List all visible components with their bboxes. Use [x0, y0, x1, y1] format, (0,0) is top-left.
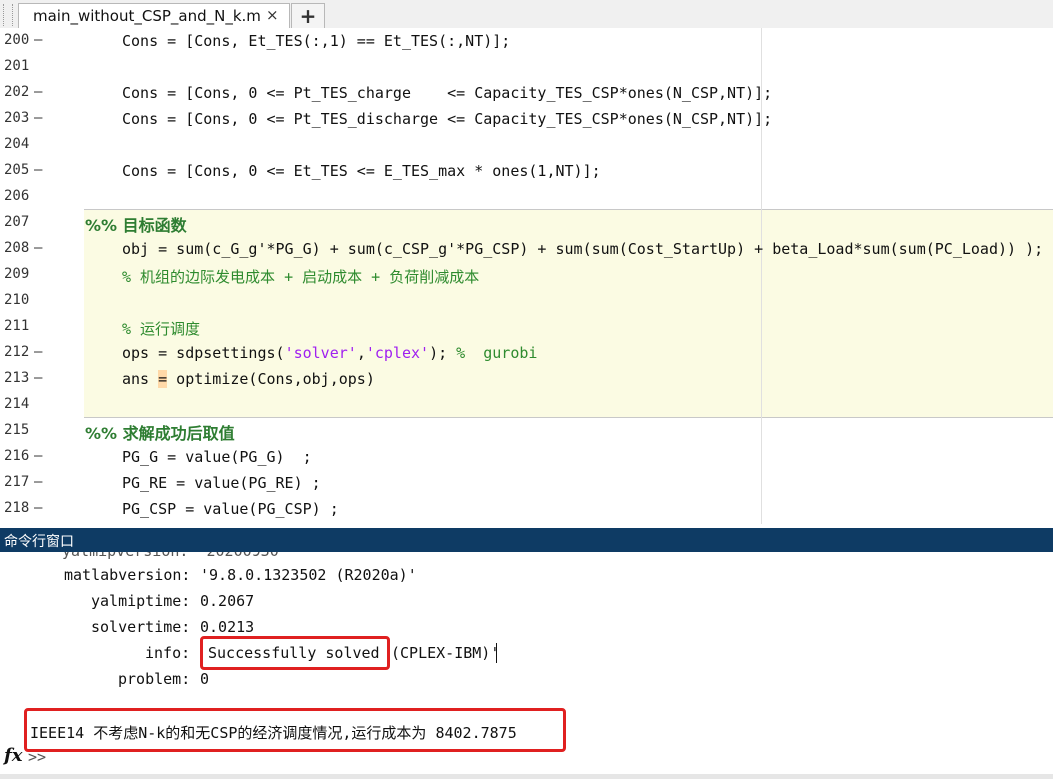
file-tab[interactable]: main_without_CSP_and_N_k.m × [18, 3, 290, 29]
breakpoint-marker[interactable]: — [34, 110, 42, 126]
code-text: obj = sum(c_G_g'*PG_G) + sum(c_CSP_g'*PG… [122, 240, 1044, 258]
code-text: Cons = [Cons, 0 <= Et_TES <= E_TES_max *… [122, 162, 601, 180]
line-number: 204 [4, 136, 30, 152]
code-line[interactable]: 212 — ops = sdpsettings('solver','cplex'… [0, 340, 1053, 366]
code-text: PG_G = value(PG_G) ; [122, 448, 312, 466]
breakpoint-marker[interactable]: — [34, 344, 42, 360]
code-line[interactable]: 213 — ans = optimize(Cons,obj,ops) [0, 366, 1053, 392]
breakpoint-marker[interactable]: — [34, 474, 42, 490]
code-line[interactable]: 203 — Cons = [Cons, 0 <= Pt_TES_discharg… [0, 106, 1053, 132]
line-number: 217 [4, 474, 30, 490]
code-text: ans = optimize(Cons,obj,ops) [122, 370, 375, 388]
code-line[interactable]: 204 [0, 132, 1053, 158]
output-value: 0.2067 [200, 592, 255, 610]
breakpoint-marker[interactable]: — [34, 448, 42, 464]
code-text: PG_CSP = value(PG_CSP) ; [122, 500, 339, 518]
output-key: solvertime: [91, 618, 191, 636]
line-number: 212 [4, 344, 30, 360]
code-line[interactable]: 206 [0, 184, 1053, 210]
code-string: 'solver' [284, 344, 357, 362]
text-cursor [496, 643, 497, 663]
code-line[interactable]: 205 — Cons = [Cons, 0 <= Et_TES <= E_TES… [0, 158, 1053, 184]
code-line[interactable]: 202 — Cons = [Cons, 0 <= Pt_TES_charge <… [0, 80, 1053, 106]
output-key: problem: [118, 670, 191, 688]
line-number: 211 [4, 318, 30, 334]
code-fragment: ops = sdpsettings( [122, 344, 285, 362]
code-line[interactable]: 209 % 机组的边际发电成本 + 启动成本 + 负荷削减成本 [0, 262, 1053, 288]
command-window-title: 命令行窗口 [4, 534, 74, 550]
line-number: 200 [4, 32, 30, 48]
command-window-header[interactable]: 命令行窗口 [0, 528, 1053, 552]
breakpoint-marker[interactable]: — [34, 500, 42, 516]
code-line[interactable]: 218 — PG_CSP = value(PG_CSP) ; [0, 496, 1053, 522]
cutoff-output-line: yalmipversion: '20200930' [62, 552, 288, 560]
command-window[interactable]: yalmipversion: '20200930' matlabversion:… [0, 552, 1053, 779]
line-number: 214 [4, 396, 30, 412]
close-icon[interactable]: × [266, 6, 279, 24]
line-number: 208 [4, 240, 30, 256]
line-number: 215 [4, 422, 30, 438]
code-comment: % 机组的边际发电成本 + 启动成本 + 负荷削减成本 [122, 268, 480, 286]
highlight-box-result [24, 708, 566, 752]
code-line[interactable]: 201 [0, 54, 1053, 80]
new-tab-button[interactable]: + [291, 3, 325, 29]
output-value: 0 [200, 670, 210, 688]
editor-tab-bar: main_without_CSP_and_N_k.m × + [0, 0, 1053, 29]
function-browser-icon[interactable]: fx [4, 745, 22, 766]
code-text: Cons = [Cons, 0 <= Pt_TES_discharge <= C… [122, 110, 773, 128]
line-number: 207 [4, 214, 30, 230]
code-line[interactable]: 210 [0, 288, 1053, 314]
breakpoint-marker[interactable]: — [34, 32, 42, 48]
output-value: 0.0213 [200, 618, 255, 636]
output-key: yalmiptime: [91, 592, 191, 610]
line-number: 205 [4, 162, 30, 178]
line-number: 202 [4, 84, 30, 100]
output-value: (CPLEX-IBM)' [391, 644, 500, 662]
cell-title: %% 求解成功后取值 [85, 424, 235, 443]
highlight-box-info [200, 636, 390, 670]
line-number: 201 [4, 58, 30, 74]
code-editor[interactable]: 200 — Cons = [Cons, Et_TES(:,1) == Et_TE… [0, 28, 1053, 524]
code-line[interactable]: 216 — PG_G = value(PG_G) ; [0, 444, 1053, 470]
code-line[interactable]: 217 — PG_RE = value(PG_RE) ; [0, 470, 1053, 496]
line-number: 206 [4, 188, 30, 204]
line-number: 210 [4, 292, 30, 308]
code-text: Cons = [Cons, 0 <= Pt_TES_charge <= Capa… [122, 84, 773, 102]
output-key: info: [145, 644, 191, 662]
line-number: 213 [4, 370, 30, 386]
code-text: Cons = [Cons, Et_TES(:,1) == Et_TES(:,NT… [122, 32, 511, 50]
line-number: 203 [4, 110, 30, 126]
code-line[interactable]: 208 — obj = sum(c_G_g'*PG_G) + sum(c_CSP… [0, 236, 1053, 262]
code-line[interactable]: 214 [0, 392, 1053, 418]
line-number: 218 [4, 500, 30, 516]
output-value: '9.8.0.1323502 (R2020a)' [200, 566, 417, 584]
code-fragment: ans [122, 370, 159, 388]
status-strip [0, 774, 1053, 779]
file-tab-title: main_without_CSP_and_N_k.m [33, 7, 261, 25]
tab-bar-grip[interactable] [3, 4, 13, 26]
breakpoint-marker[interactable]: — [34, 84, 42, 100]
code-fragment: , [356, 344, 366, 362]
code-fragment: ); [429, 344, 457, 362]
cell-title: %% 目标函数 [85, 216, 187, 235]
code-comment: % 运行调度 [122, 320, 201, 338]
code-comment: % gurobi [456, 344, 538, 362]
breakpoint-marker[interactable]: — [34, 370, 42, 386]
code-line[interactable]: 207 %% 目标函数 [0, 210, 1053, 236]
output-key: matlabversion: [64, 566, 191, 584]
warning-highlight[interactable]: = [158, 370, 168, 388]
code-line[interactable]: 211 % 运行调度 [0, 314, 1053, 340]
code-line[interactable]: 215 %% 求解成功后取值 [0, 418, 1053, 444]
code-fragment: optimize(Cons,obj,ops) [167, 370, 375, 388]
breakpoint-marker[interactable]: — [34, 162, 42, 178]
code-text: PG_RE = value(PG_RE) ; [122, 474, 321, 492]
code-string: 'cplex' [365, 344, 430, 362]
breakpoint-marker[interactable]: — [34, 240, 42, 256]
code-line[interactable]: 200 — Cons = [Cons, Et_TES(:,1) == Et_TE… [0, 28, 1053, 54]
code-text: ops = sdpsettings('solver','cplex'); % g… [122, 344, 537, 362]
command-prompt[interactable]: >> [28, 748, 46, 766]
line-number: 209 [4, 266, 30, 282]
line-number: 216 [4, 448, 30, 464]
